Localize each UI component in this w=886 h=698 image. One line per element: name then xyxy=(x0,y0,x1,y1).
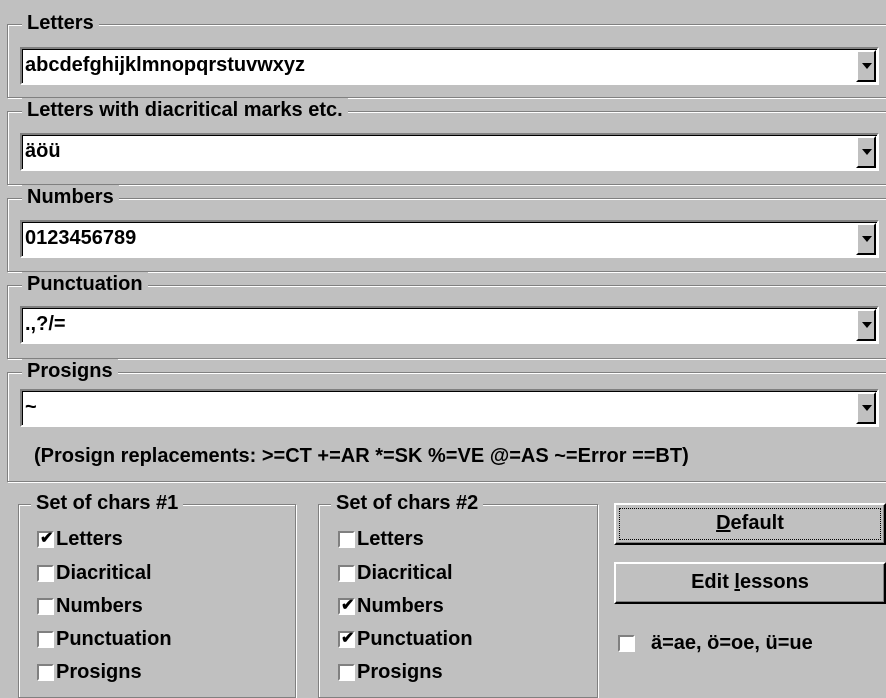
checkbox-label: Punctuation xyxy=(357,628,473,650)
edit-lessons-button[interactable]: Edit lessons xyxy=(614,562,886,604)
checkbox-box: ✔ xyxy=(338,597,355,615)
checkbox-label: Diacritical xyxy=(56,562,152,584)
checkbox-label: Letters xyxy=(357,528,424,550)
letters-group-title: Letters xyxy=(22,11,99,35)
checkbox-label: ä=ae, ö=oe, ü=ue xyxy=(651,632,813,654)
checkbox-label: Punctuation xyxy=(56,628,172,650)
punctuation-combo[interactable]: .,?/= xyxy=(20,306,879,344)
checkbox-box xyxy=(37,598,54,615)
diacritical-group-title: Letters with diacritical marks etc. xyxy=(22,98,348,122)
checkbox-label: Numbers xyxy=(357,595,444,617)
diacritical-dropdown-arrow-icon[interactable] xyxy=(856,136,876,168)
prosigns-dropdown-arrow-icon[interactable] xyxy=(856,392,876,424)
checkbox-box xyxy=(338,664,355,681)
checkmark-icon: ✔ xyxy=(40,530,54,547)
checkbox-label: Prosigns xyxy=(357,661,443,683)
numbers-dropdown-arrow-icon[interactable] xyxy=(856,223,876,255)
default-button-mnemonic: D xyxy=(716,512,731,534)
punctuation-group-title: Punctuation xyxy=(22,272,148,296)
checkbox-label: Letters xyxy=(56,528,123,550)
default-button[interactable]: Default xyxy=(614,503,886,545)
checkbox-label: Prosigns xyxy=(56,661,142,683)
numbers-combo[interactable]: 0123456789 xyxy=(20,220,879,258)
set1-title: Set of chars #1 xyxy=(31,491,184,515)
checkmark-icon: ✔ xyxy=(341,630,355,647)
diacritical-combo-value: äöü xyxy=(25,140,61,162)
prosigns-group-title: Prosigns xyxy=(22,359,118,383)
edit-lessons-label-start: Edit xyxy=(691,571,735,593)
checkbox-box xyxy=(338,531,355,548)
prosigns-combo[interactable]: ~ xyxy=(20,389,879,427)
numbers-combo-value: 0123456789 xyxy=(25,227,137,249)
letters-combo-value: abcdefghijklmnopqrstuvwxyz xyxy=(25,54,306,76)
checkbox-box xyxy=(618,635,635,652)
default-button-label: efault xyxy=(730,512,784,534)
edit-lessons-label-end: essons xyxy=(739,571,809,593)
checkbox-box xyxy=(37,664,54,681)
checkbox-box xyxy=(37,631,54,648)
checkbox-label: Diacritical xyxy=(357,562,453,584)
letters-dropdown-arrow-icon[interactable] xyxy=(856,50,876,82)
punctuation-combo-value: .,?/= xyxy=(25,313,66,335)
checkbox-box xyxy=(338,565,355,582)
prosigns-combo-value: ~ xyxy=(25,396,37,418)
punctuation-dropdown-arrow-icon[interactable] xyxy=(856,309,876,341)
checkbox-box: ✔ xyxy=(338,630,355,648)
prosign-replacements-note: (Prosign replacements: >=CT +=AR *=SK %=… xyxy=(34,445,689,467)
checkmark-icon: ✔ xyxy=(341,597,355,614)
set2-title: Set of chars #2 xyxy=(331,491,484,515)
diacritical-combo[interactable]: äöü xyxy=(20,133,879,171)
checkbox-box xyxy=(37,565,54,582)
checkbox-box: ✔ xyxy=(37,530,54,548)
checkbox-label: Numbers xyxy=(56,595,143,617)
numbers-group-title: Numbers xyxy=(22,185,119,209)
letters-combo[interactable]: abcdefghijklmnopqrstuvwxyz xyxy=(20,47,879,85)
